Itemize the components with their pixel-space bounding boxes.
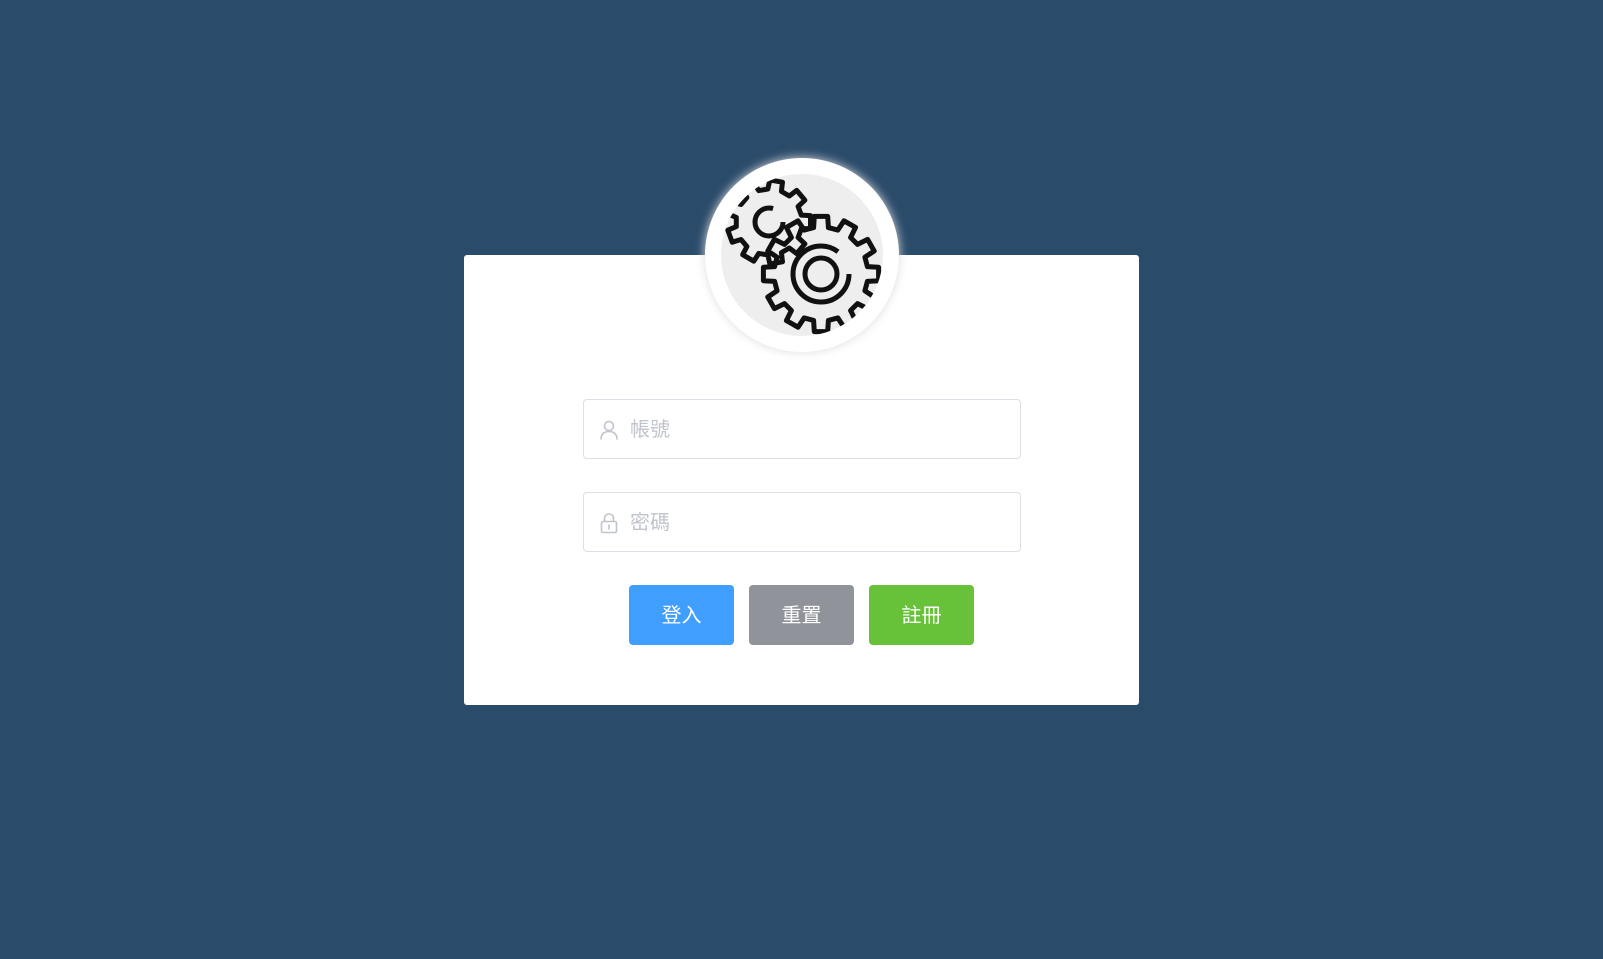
avatar-image bbox=[721, 174, 883, 336]
user-icon bbox=[600, 420, 618, 440]
username-field[interactable] bbox=[583, 399, 1021, 459]
password-input[interactable] bbox=[630, 493, 1010, 551]
login-button[interactable]: 登入 bbox=[629, 585, 734, 645]
register-button[interactable]: 註冊 bbox=[869, 585, 974, 645]
avatar bbox=[705, 158, 899, 352]
gears-icon bbox=[725, 177, 882, 335]
lock-icon bbox=[600, 513, 618, 534]
username-input[interactable] bbox=[630, 400, 1010, 458]
reset-button[interactable]: 重置 bbox=[749, 585, 854, 645]
password-field[interactable] bbox=[583, 492, 1021, 552]
